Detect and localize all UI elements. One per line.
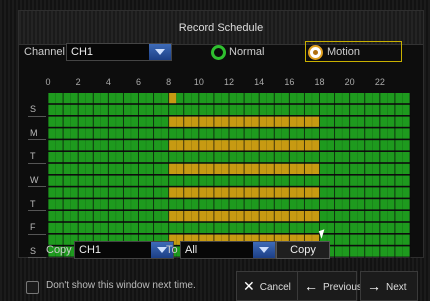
copy-to-select[interactable]: All: [180, 241, 276, 259]
dont-show-label: Don't show this window next time.: [46, 280, 196, 291]
arrow-right-icon: →: [367, 278, 381, 294]
copy-from-select[interactable]: CH1: [74, 241, 174, 259]
copy-label: Copy: [46, 244, 72, 256]
copy-from-value: CH1: [79, 244, 102, 256]
cancel-label: Cancel: [259, 282, 291, 293]
to-label: To: [166, 244, 178, 256]
previous-label: Previous: [323, 282, 362, 293]
next-label: Next: [386, 282, 407, 293]
copy-to-value: All: [185, 244, 198, 256]
copy-button[interactable]: Copy: [276, 241, 330, 259]
chevron-down-icon[interactable]: [253, 242, 275, 258]
previous-button[interactable]: ← Previous: [297, 271, 362, 301]
dont-show-checkbox[interactable]: [26, 281, 39, 294]
close-icon: ✕: [243, 278, 255, 294]
copy-row: Copy CH1 To All Copy: [44, 241, 384, 259]
arrow-left-icon: ←: [304, 278, 318, 294]
schedule-row-motion[interactable]: [168, 93, 177, 104]
next-button[interactable]: → Next: [360, 271, 418, 301]
footer-bar: Don't show this window next time. ✕ Cance…: [0, 265, 430, 301]
